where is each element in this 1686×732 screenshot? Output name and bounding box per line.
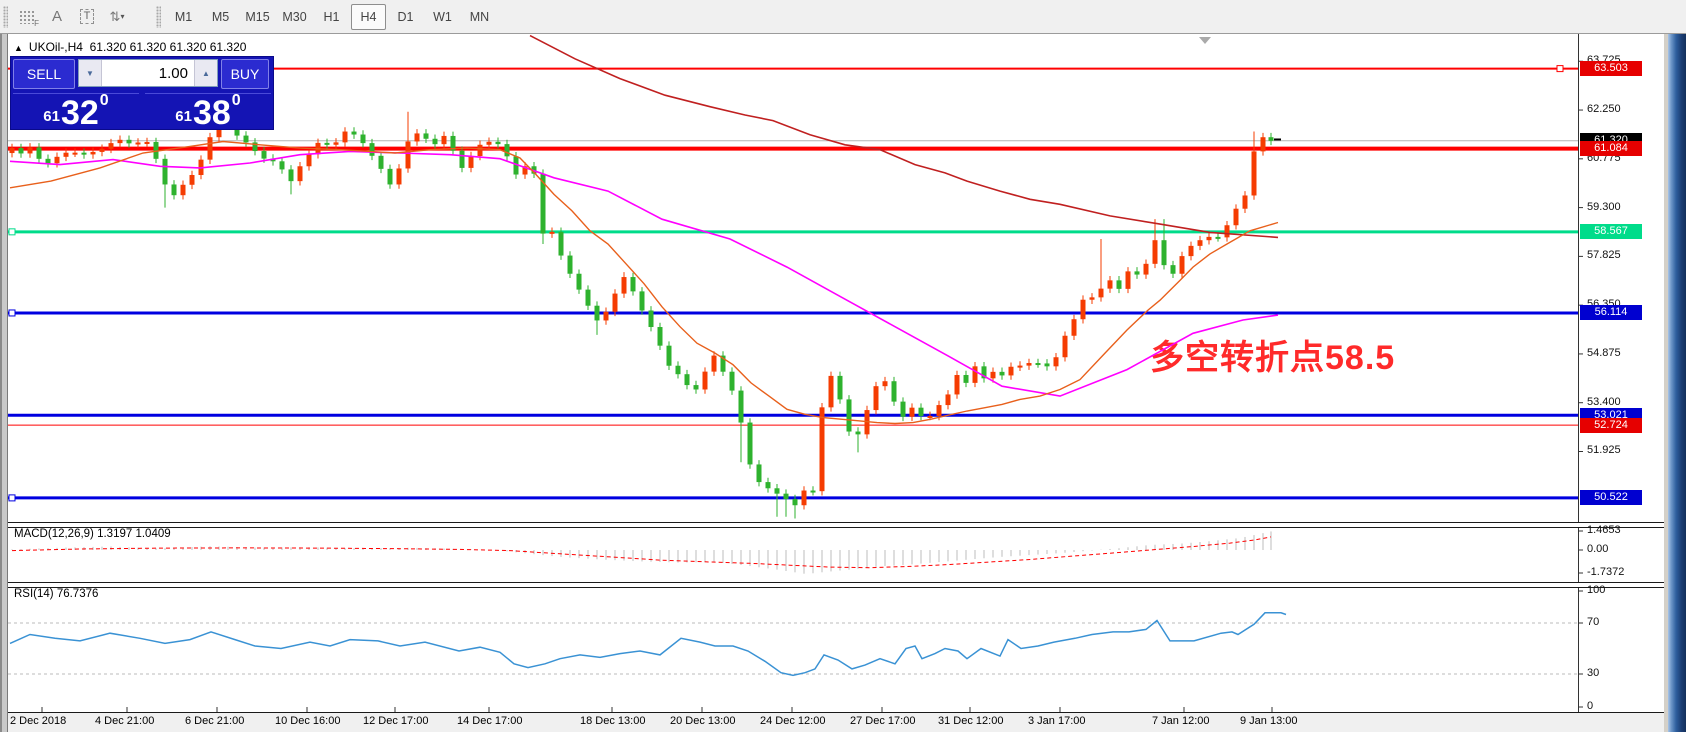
time-axis-label[interactable]: 10 Dec 16:00: [275, 715, 340, 727]
macd-axis-label: 1.4653: [1587, 524, 1621, 536]
timeframe-bar: M1M5M15M30H1H4D1W1MN: [165, 4, 498, 30]
time-axis-label[interactable]: 18 Dec 13:00: [580, 715, 645, 727]
window-right-aero-border: [1668, 0, 1686, 732]
macd-panel-separator[interactable]: [7, 522, 1664, 528]
time-axis-label[interactable]: 3 Jan 17:00: [1028, 715, 1086, 727]
chart-collapse-icon[interactable]: ▲: [14, 43, 23, 53]
rsi-panel-separator[interactable]: [7, 582, 1664, 588]
rsi-indicator-label: RSI(14) 76.7376: [14, 588, 98, 600]
time-axis-label[interactable]: 7 Jan 12:00: [1152, 715, 1210, 727]
trade-controls-row: SELL ▼ ▲ BUY: [13, 59, 269, 89]
timeframe-MN[interactable]: MN: [462, 4, 497, 30]
buy-price-small: 61: [175, 108, 192, 125]
one-click-trade-panel: SELL ▼ ▲ BUY 61 32 0 61 38 0: [10, 56, 274, 130]
sell-button[interactable]: SELL: [13, 59, 75, 89]
buy-button[interactable]: BUY: [221, 59, 269, 89]
price-axis-label: 62.250: [1587, 103, 1621, 115]
volume-decrease-button[interactable]: ▼: [79, 60, 102, 86]
plot-axis-divider: [1578, 34, 1579, 712]
time-axis-label[interactable]: 14 Dec 17:00: [457, 715, 522, 727]
timeframe-M1[interactable]: M1: [166, 4, 201, 30]
spin-up-icon: ▲: [202, 69, 210, 78]
price-badge-56.114: 56.114: [1580, 305, 1642, 320]
price-axis-label: 54.875: [1587, 347, 1621, 359]
timeframe-H4[interactable]: H4: [351, 4, 386, 30]
timeframe-D1[interactable]: D1: [388, 4, 423, 30]
buy-price-big: 38: [193, 98, 231, 128]
sell-price-sup: 0: [100, 92, 109, 110]
time-axis-label[interactable]: 20 Dec 13:00: [670, 715, 735, 727]
timeframe-M30[interactable]: M30: [277, 4, 312, 30]
time-axis-label[interactable]: 27 Dec 17:00: [850, 715, 915, 727]
time-axis-label[interactable]: 31 Dec 12:00: [938, 715, 1003, 727]
timeframe-M5[interactable]: M5: [203, 4, 238, 30]
text-box-tool-button[interactable]: T: [73, 4, 101, 30]
fibo-grid-icon: F: [19, 10, 35, 24]
chart-title[interactable]: ▲ UKOil-,H4 61.320 61.320 61.320 61.320: [14, 40, 246, 54]
arrow-tools-icon: ⇅: [110, 9, 119, 25]
text-label-icon: A: [52, 8, 62, 25]
text-label-tool-button[interactable]: A: [43, 4, 71, 30]
rsi-axis-label: 0: [1587, 700, 1593, 712]
macd-indicator-label: MACD(12,26,9) 1.3197 1.0409: [14, 528, 171, 540]
time-axis-label[interactable]: 2 Dec 2018: [10, 715, 66, 727]
toolbar-grip[interactable]: [3, 6, 8, 28]
chart-quotes-label: 61.320 61.320 61.320 61.320: [90, 40, 247, 54]
sell-price-small: 61: [43, 108, 60, 125]
timeframe-M15[interactable]: M15: [240, 4, 275, 30]
price-badge-61.084: 61.084: [1580, 141, 1642, 156]
arrow-tools-button[interactable]: ⇅ ▾: [103, 4, 131, 30]
price-axis-label: 53.400: [1587, 396, 1621, 408]
fibo-grid-tool-button[interactable]: F: [13, 4, 41, 30]
buy-price-sup: 0: [232, 92, 241, 110]
spin-down-icon: ▼: [86, 69, 94, 78]
macd-axis-label: -1.7372: [1587, 566, 1624, 578]
price-badge-50.522: 50.522: [1580, 490, 1642, 505]
price-badge-63.503: 63.503: [1580, 61, 1642, 76]
chevron-down-icon: ▾: [120, 12, 124, 21]
time-axis-label[interactable]: 6 Dec 21:00: [185, 715, 244, 727]
price-axis-label: 51.925: [1587, 444, 1621, 456]
price-axis-label: 57.825: [1587, 249, 1621, 261]
time-axis-label[interactable]: 24 Dec 12:00: [760, 715, 825, 727]
time-axis-label[interactable]: 4 Dec 21:00: [95, 715, 154, 727]
volume-increase-button[interactable]: ▲: [194, 60, 217, 86]
buy-price-tile[interactable]: 61 38 0: [145, 93, 271, 128]
toolbar: F A T ⇅ ▾ M1M5M15M30H1H4D1W1MN: [0, 0, 1686, 34]
toolbar-grip[interactable]: [156, 6, 161, 28]
rsi-axis-label: 70: [1587, 616, 1599, 628]
price-badge-58.567: 58.567: [1580, 224, 1642, 239]
time-axis-label[interactable]: 9 Jan 13:00: [1240, 715, 1298, 727]
macd-axis-label: 0.00: [1587, 543, 1608, 555]
price-badge-52.724: 52.724: [1580, 418, 1642, 433]
volume-stepper: ▼ ▲: [78, 59, 218, 87]
timeframe-W1[interactable]: W1: [425, 4, 460, 30]
text-box-icon: T: [80, 9, 95, 24]
time-axis-label[interactable]: 12 Dec 17:00: [363, 715, 428, 727]
rsi-axis-label: 30: [1587, 667, 1599, 679]
price-axis-label: 59.300: [1587, 201, 1621, 213]
window-left-edge: [0, 33, 8, 732]
timeframe-H1[interactable]: H1: [314, 4, 349, 30]
time-axis-separator: [7, 712, 1664, 713]
chart-symbol-label: UKOil-,H4: [29, 40, 83, 54]
rsi-axis-label: 100: [1587, 584, 1605, 596]
volume-input[interactable]: [102, 60, 194, 86]
sell-price-big: 32: [61, 98, 99, 128]
sell-price-tile[interactable]: 61 32 0: [13, 93, 139, 128]
